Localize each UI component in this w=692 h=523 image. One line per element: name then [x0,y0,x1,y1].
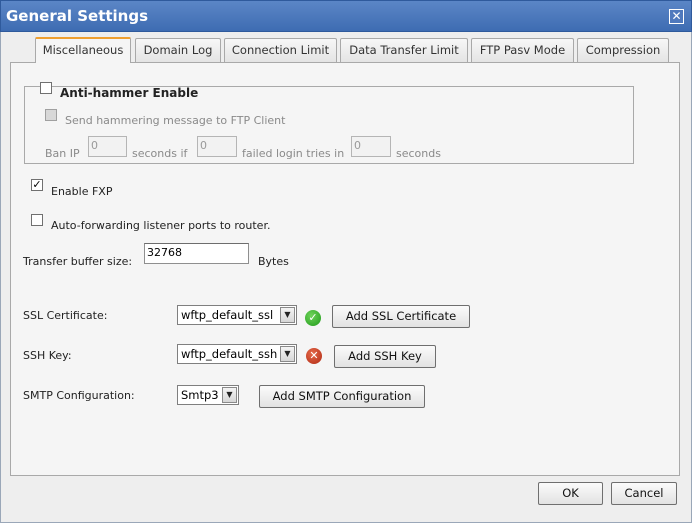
failed-tries-label: failed login tries in [242,147,345,160]
ssl-certificate-select[interactable]: wftp_default_ssl ▼ [177,305,297,325]
close-button[interactable]: ✕ [669,9,684,24]
transfer-buffer-label: Transfer buffer size: [23,255,133,268]
ssh-error-icon: ✕ [306,348,322,364]
send-hammer-message-label: Send hammering message to FTP Client [65,114,286,127]
tab-data-transfer-limit[interactable]: Data Transfer Limit [340,38,468,62]
bytes-unit-label: Bytes [258,255,289,268]
tab-miscellaneous[interactable]: Miscellaneous [35,37,131,63]
tab-label: Miscellaneous [42,43,124,57]
ssh-key-label: SSH Key: [23,349,72,362]
add-smtp-configuration-label: Add SMTP Configuration [272,389,412,403]
close-icon: ✕ [309,349,319,362]
window-title: General Settings [6,7,149,25]
ssl-valid-check-icon: ✓ [305,310,321,326]
anti-hammer-label: Anti-hammer Enable [60,86,199,100]
add-ssh-key-label: Add SSH Key [348,349,422,363]
ssl-certificate-selected: wftp_default_ssl [181,308,274,322]
tab-label: Domain Log [143,43,213,57]
add-ssh-key-button[interactable]: Add SSH Key [334,345,436,368]
tab-label: Data Transfer Limit [349,43,459,57]
failed-tries-value: 0 [200,139,207,152]
ssh-key-select[interactable]: wftp_default_ssh ▼ [177,344,297,364]
add-ssl-certificate-label: Add SSL Certificate [345,309,457,323]
period-seconds-value: 0 [354,139,361,152]
transfer-buffer-input[interactable]: 32768 [144,243,249,264]
auto-forwarding-checkbox[interactable] [31,214,43,226]
ok-button[interactable]: OK [538,482,603,505]
title-bar: General Settings ✕ [0,0,692,32]
cancel-label: Cancel [624,486,664,500]
smtp-configuration-selected: Smtp3 [181,388,219,402]
check-icon: ✓ [32,178,42,191]
tab-label: Compression [585,43,661,57]
chevron-down-icon: ▼ [280,307,295,323]
enable-fxp-label: Enable FXP [51,185,113,198]
cancel-button[interactable]: Cancel [611,482,677,505]
ban-ip-value: 0 [91,139,98,152]
smtp-configuration-label: SMTP Configuration: [23,389,135,402]
seconds-label: seconds [396,147,441,160]
failed-tries-input[interactable]: 0 [197,136,237,157]
seconds-if-label: seconds if [132,147,188,160]
check-icon: ✓ [308,311,318,324]
anti-hammer-checkbox[interactable] [40,82,52,94]
smtp-configuration-select[interactable]: Smtp3 ▼ [177,385,239,405]
send-hammer-message-checkbox[interactable] [45,109,57,121]
ssh-key-selected: wftp_default_ssh [181,347,278,361]
tab-label: Connection Limit [231,43,330,57]
enable-fxp-checkbox[interactable]: ✓ [31,179,43,191]
ban-ip-input[interactable]: 0 [88,136,127,157]
ssl-certificate-label: SSL Certificate: [23,309,108,322]
tab-ftp-pasv-mode[interactable]: FTP Pasv Mode [471,38,574,62]
transfer-buffer-value: 32768 [147,246,182,259]
close-icon: ✕ [671,9,682,23]
period-seconds-input[interactable]: 0 [351,136,391,157]
tab-connection-limit[interactable]: Connection Limit [224,38,337,62]
add-ssl-certificate-button[interactable]: Add SSL Certificate [332,305,470,328]
add-smtp-configuration-button[interactable]: Add SMTP Configuration [259,385,425,408]
auto-forwarding-label: Auto-forwarding listener ports to router… [51,219,271,232]
chevron-down-icon: ▼ [222,387,237,403]
tab-label: FTP Pasv Mode [479,43,566,57]
chevron-down-icon: ▼ [280,346,295,362]
ok-label: OK [562,486,579,500]
ban-ip-label: Ban IP [45,147,80,160]
tab-domain-log[interactable]: Domain Log [135,38,221,62]
tab-compression[interactable]: Compression [577,38,669,62]
